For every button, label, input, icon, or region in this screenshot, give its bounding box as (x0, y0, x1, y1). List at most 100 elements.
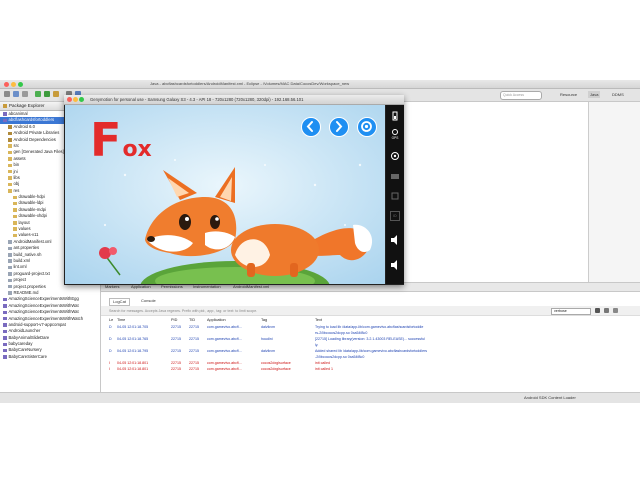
folder-icon (8, 182, 12, 187)
remote-control-icon[interactable] (390, 191, 400, 201)
volume-up-icon[interactable] (390, 235, 400, 245)
project-icon (3, 304, 7, 308)
emulator-sidebar: GPS ID (386, 105, 404, 284)
previous-button[interactable] (301, 117, 321, 137)
lib-icon (8, 138, 12, 142)
lib-icon (8, 131, 12, 136)
external-tools-icon[interactable] (53, 91, 59, 97)
log-cell-time: 04-05 12:01:18.765 (117, 337, 149, 341)
log-level-select[interactable]: verbose (551, 307, 591, 315)
col-tag[interactable]: Tag (261, 318, 267, 322)
log-cell-text: -2/libcocos2dcpp.so 0xa54f8c0 (315, 355, 365, 359)
folder-icon (8, 176, 12, 180)
emulator-zoom-button[interactable] (79, 97, 84, 102)
close-window-button[interactable] (4, 82, 9, 87)
log-cell-level: D (109, 325, 112, 329)
col-application[interactable]: Application (207, 318, 226, 322)
file-icon (8, 240, 12, 244)
device-id-label: ID (393, 214, 397, 218)
capture-icon[interactable] (390, 171, 400, 181)
volume-down-icon[interactable] (390, 260, 400, 270)
log-cell-tag: houdini (261, 337, 273, 341)
minimize-window-button[interactable] (11, 82, 16, 87)
col-level[interactable]: Le (109, 318, 113, 322)
tree-item[interactable]: BabyCareSisterCare (0, 354, 100, 360)
log-cell-pid: 22715 (171, 349, 181, 353)
file-icon (8, 278, 12, 283)
folder-icon (8, 163, 12, 168)
col-text[interactable]: Text (315, 318, 322, 322)
perspective-resource[interactable]: Resource (560, 91, 577, 98)
project-icon (3, 112, 7, 116)
perspective-java[interactable]: Java (588, 91, 601, 98)
debug-icon[interactable] (35, 91, 41, 97)
save-log-icon[interactable] (595, 307, 600, 313)
status-text: Android SDK Content Loader (524, 395, 576, 400)
col-time[interactable]: Time (117, 318, 125, 322)
folder-icon (13, 233, 17, 238)
logcat-search-input[interactable]: Search for messages. Accepts Java regexe… (109, 308, 309, 314)
zoom-window-button[interactable] (18, 82, 23, 87)
tree-item-label: Android Dependencies (13, 136, 56, 142)
log-row[interactable]: I 04-05 12:01:18.801 22715 22715 com.gameviv… (109, 367, 629, 373)
log-cell-time: 04-05 12:01:18.801 (117, 367, 149, 371)
device-id-icon[interactable]: ID (390, 211, 400, 221)
window-title: Java - abcflashcardsfortoddlers/AndroidM… (150, 81, 350, 86)
log-cell-tag: cocos2dxglsurface (261, 367, 291, 371)
log-cell-tag: cocos2dxglsurface (261, 361, 291, 365)
log-cell-pid: 22715 (171, 361, 181, 365)
emulator-titlebar: Genymotion for personal use - Samsung Ga… (64, 95, 404, 105)
file-icon (8, 253, 12, 257)
folder-icon (13, 221, 17, 225)
project-icon (3, 329, 7, 334)
tab-console[interactable]: Console (141, 298, 156, 304)
clear-log-icon[interactable] (604, 307, 609, 313)
log-cell-app: com.gamevivo.abcfl... (207, 361, 242, 365)
log-cell-app: com.gamevivo.abcfl... (207, 337, 242, 341)
gps-label: GPS (391, 136, 399, 140)
file-icon (8, 284, 12, 289)
bottom-views: Markers Application Permissions Instrume… (101, 282, 640, 393)
log-cell-tid: 22715 (189, 325, 199, 329)
folder-icon (13, 201, 17, 206)
project-icon (3, 323, 7, 327)
camera-icon[interactable] (390, 151, 400, 161)
tab-logcat[interactable]: LogCat (109, 298, 130, 306)
battery-icon[interactable] (390, 111, 400, 121)
log-cell-pid: 22715 (171, 367, 181, 371)
log-cell-level: I (109, 367, 110, 371)
project-icon (3, 297, 7, 302)
logcat-rows: D 04-05 12:01:18.705 22715 22715 com.gameviv… (109, 325, 629, 373)
log-cell-tid: 22715 (189, 361, 199, 365)
log-cell-text: Trying to load lib /data/app-lib/com.gam… (315, 325, 424, 329)
col-pid[interactable]: PID (171, 318, 177, 322)
device-screen[interactable]: Fox (65, 105, 385, 284)
log-cell-pid: 22715 (171, 325, 181, 329)
gear-icon (361, 121, 372, 132)
settings-button[interactable] (357, 117, 377, 137)
next-button[interactable] (329, 117, 349, 137)
emulator-close-button[interactable] (67, 97, 72, 102)
quick-access-input[interactable]: Quick Access (500, 91, 542, 100)
gps-icon[interactable]: GPS (390, 129, 400, 140)
folder-icon (13, 208, 17, 212)
run-icon[interactable] (44, 91, 50, 97)
emulator-minimize-button[interactable] (73, 97, 78, 102)
chevron-right-icon (336, 121, 343, 132)
folder-icon (8, 150, 12, 155)
perspective-ddms[interactable]: DDMS (612, 91, 624, 98)
scroll-lock-icon[interactable] (613, 307, 618, 313)
status-bar: Android SDK Content Loader (0, 392, 640, 403)
log-cell-app: com.gamevivo.abcfl... (207, 349, 242, 353)
folder-icon (13, 227, 17, 231)
genymotion-window[interactable]: Genymotion for personal use - Samsung Ga… (64, 95, 404, 285)
project-icon (3, 348, 7, 353)
print-icon[interactable] (22, 91, 28, 97)
project-icon (3, 118, 7, 123)
col-tid[interactable]: TID (189, 318, 195, 322)
file-icon (8, 272, 12, 276)
log-cell-time: 04-05 12:01:18.705 (117, 325, 149, 329)
new-file-icon[interactable] (4, 91, 10, 97)
folder-icon (13, 195, 17, 200)
save-icon[interactable] (13, 91, 19, 97)
